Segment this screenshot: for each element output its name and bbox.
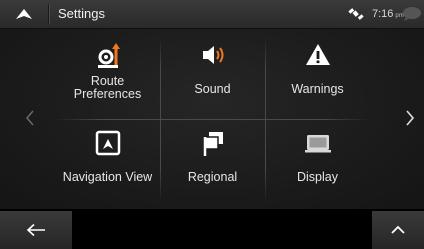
speech-bubble-icon[interactable]	[400, 6, 422, 22]
tile-label: Display	[297, 170, 338, 184]
tile-warnings[interactable]: Warnings	[265, 31, 370, 119]
clock: 7:16 pm	[372, 0, 404, 28]
chevron-up-icon	[391, 225, 405, 234]
regional-flags-icon	[202, 132, 223, 156]
back-arrow-icon	[26, 223, 45, 237]
tile-label: Warnings	[291, 82, 344, 96]
settings-screen: Settings 7:16 pm Route Preferences Sound…	[0, 0, 424, 249]
route-preferences-icon	[97, 43, 120, 68]
tile-display[interactable]: Display	[265, 119, 370, 207]
back-button[interactable]	[0, 211, 72, 249]
tile-sound[interactable]: Sound	[160, 31, 265, 119]
tile-label: Sound	[194, 82, 231, 96]
tile-label: Route Preferences	[73, 74, 142, 101]
menu-up-button[interactable]	[0, 0, 48, 28]
speaker-icon	[202, 46, 223, 64]
top-bar: Settings 7:16 pm	[0, 0, 424, 29]
previous-page-button[interactable]	[10, 73, 50, 163]
chevron-right-icon	[406, 110, 415, 126]
tile-route-preferences[interactable]: Route Preferences	[55, 31, 160, 119]
settings-content: Route Preferences Sound Warnings Navigat…	[0, 29, 424, 209]
chevron-left-icon	[26, 110, 34, 126]
settings-grid: Route Preferences Sound Warnings Navigat…	[55, 31, 370, 207]
page-title: Settings	[58, 6, 105, 21]
tile-navigation-view[interactable]: Navigation View	[55, 119, 160, 207]
clock-time: 7:16	[372, 8, 394, 20]
expand-up-button[interactable]	[372, 211, 424, 249]
caret-up-icon	[16, 9, 32, 19]
display-screen-icon	[304, 135, 331, 153]
warning-triangle-icon	[305, 44, 330, 65]
bottom-bar	[0, 209, 424, 249]
next-page-button[interactable]	[390, 73, 424, 163]
tile-label: Regional	[187, 170, 238, 184]
gps-satellite-icon[interactable]	[348, 6, 364, 22]
top-bar-divider	[48, 4, 49, 24]
navigation-view-icon	[95, 130, 120, 156]
tile-regional[interactable]: Regional	[160, 119, 265, 207]
tile-label: Navigation View	[62, 170, 153, 184]
